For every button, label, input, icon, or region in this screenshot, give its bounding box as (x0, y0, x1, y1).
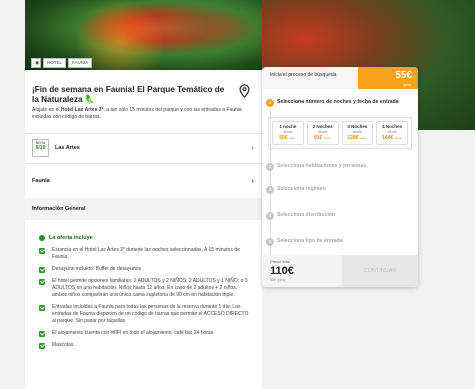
booking-header-label: Inicia el proceso de búsqueda (270, 72, 337, 78)
step-number: 1 (266, 99, 274, 107)
night-price: 128€ (347, 135, 359, 141)
offer-item-text: Mascotas. (52, 342, 75, 348)
check-icon (39, 342, 45, 349)
step-number: 5 (266, 238, 274, 246)
night-unit: /pers. (288, 136, 297, 140)
price-unit: /pers. (403, 83, 412, 87)
hotel-row[interactable]: NOTA 9/10 Las Artes › (32, 137, 254, 159)
page-subtitle: Alójate en el Hotel Las Artes 3*, a tan … (32, 107, 252, 121)
night-unit: /pers. (394, 136, 403, 140)
night-price: 91€ (314, 135, 323, 141)
night-price: 55€ (279, 135, 288, 141)
nights-selector: 1 noche desde 55€ /pers. 2 Noches desde … (268, 117, 412, 149)
offer-item-text: El hotel permite opciones familiares: 2 … (52, 278, 248, 298)
price-value: 55€ (395, 70, 412, 81)
offer-item: El alojamiento cuenta con WIFI en todo e… (39, 330, 251, 337)
night-option[interactable]: 2 Noches desde 91€ /pers. (306, 121, 339, 145)
offer-item: Entradas incluidas a Faunia para todas l… (39, 304, 251, 325)
chevron-right-icon: › (251, 177, 254, 185)
chevron-right-icon: › (251, 144, 254, 152)
night-option[interactable]: 4 Noches desde 164€ /pers. (376, 121, 408, 145)
hotel-name: Las Artes (55, 145, 80, 151)
photo-tags: ▣ HOTEL FAUNIA (31, 58, 93, 68)
price-badge: 55€ /pers. (358, 67, 418, 89)
check-icon (39, 278, 45, 285)
accordion-faunia-label: Faunia (32, 178, 50, 184)
night-option[interactable]: 1 noche desde 55€ /pers. (272, 121, 304, 145)
offer-item-text: Entradas incluidas a Faunia para todas l… (52, 304, 249, 324)
total-price: Precio total 110€ 55€ /pers. (270, 259, 294, 282)
subtitle-hotel: Hotel Las Artes 3* (60, 107, 104, 113)
photo-tag[interactable]: HOTEL (43, 58, 67, 68)
step-label: Selecciona número de noches y fecha de e… (277, 99, 399, 105)
booking-panel: Inicia el proceso de búsqueda 55€ /pers.… (262, 67, 418, 287)
accordion-info[interactable]: Información General ⌄ (25, 198, 262, 220)
check-icon (39, 330, 45, 337)
accordion-faunia[interactable]: Faunia › (32, 174, 254, 188)
booking-footer: Precio total 110€ 55€ /pers. CONTINUAR (262, 255, 418, 287)
rating-badge: NOTA 9/10 (32, 139, 49, 157)
divider (25, 133, 262, 134)
step-label: Selecciona tipo de entrada (277, 238, 343, 244)
step-label: Selecciona habitaciones y personas (277, 163, 367, 169)
offer-item: Mascotas. (39, 342, 251, 349)
check-icon (39, 304, 45, 311)
night-unit: /pers. (323, 136, 332, 140)
offer-details: ¡Fin de semana en Faunia! El Parque Temá… (25, 70, 262, 389)
offer-includes-title: La oferta incluye (39, 235, 251, 241)
total-value: 110€ (270, 265, 294, 277)
check-icon (39, 247, 45, 254)
offer-item-text: Estancia en el Hotel Las Artes 3* durant… (52, 247, 240, 260)
map-pin-icon[interactable] (239, 84, 250, 98)
chevron-down-icon: ⌄ (32, 204, 37, 210)
offer-item: El hotel permite opciones familiares: 2 … (39, 278, 251, 299)
page-title: ¡Fin de semana en Faunia! El Parque Temá… (32, 85, 225, 104)
night-unit: /pers. (359, 136, 368, 140)
continue-button[interactable]: CONTINUAR (342, 255, 418, 287)
step-number: 2 (266, 163, 274, 171)
divider (25, 163, 262, 164)
night-price: 164€ (382, 135, 394, 141)
offer-item-text: Desayuno incluido: Buffet de desayunos (52, 266, 142, 272)
subtitle-text: Alójate en el (32, 107, 61, 113)
step-label: Selecciona distribución (277, 212, 336, 218)
step-number: 4 (266, 212, 274, 220)
offer-item: Desayuno incluido: Buffet de desayunos (39, 266, 251, 273)
offer-item: Estancia en el Hotel Las Artes 3* durant… (39, 247, 251, 261)
camera-icon[interactable]: ▣ (31, 58, 41, 68)
check-circle-icon (39, 235, 45, 241)
booking-header: Inicia el proceso de búsqueda 55€ /pers. (262, 67, 418, 89)
offer-includes: La oferta incluye Estancia en el Hotel L… (39, 235, 251, 354)
total-per-person: 55€ /pers. (270, 278, 286, 282)
night-option[interactable]: 3 Noches desde 128€ /pers. (341, 121, 374, 145)
rating-score: 9/10 (35, 145, 46, 151)
step-label: Selecciona regimen (277, 186, 326, 192)
offer-item-text: El alojamiento cuenta con WIFI en todo e… (52, 330, 215, 336)
offer-includes-label: La oferta incluye (49, 235, 93, 241)
photo-tag[interactable]: FAUNIA (68, 58, 93, 68)
step-number: 3 (266, 186, 274, 194)
check-icon (39, 266, 45, 273)
